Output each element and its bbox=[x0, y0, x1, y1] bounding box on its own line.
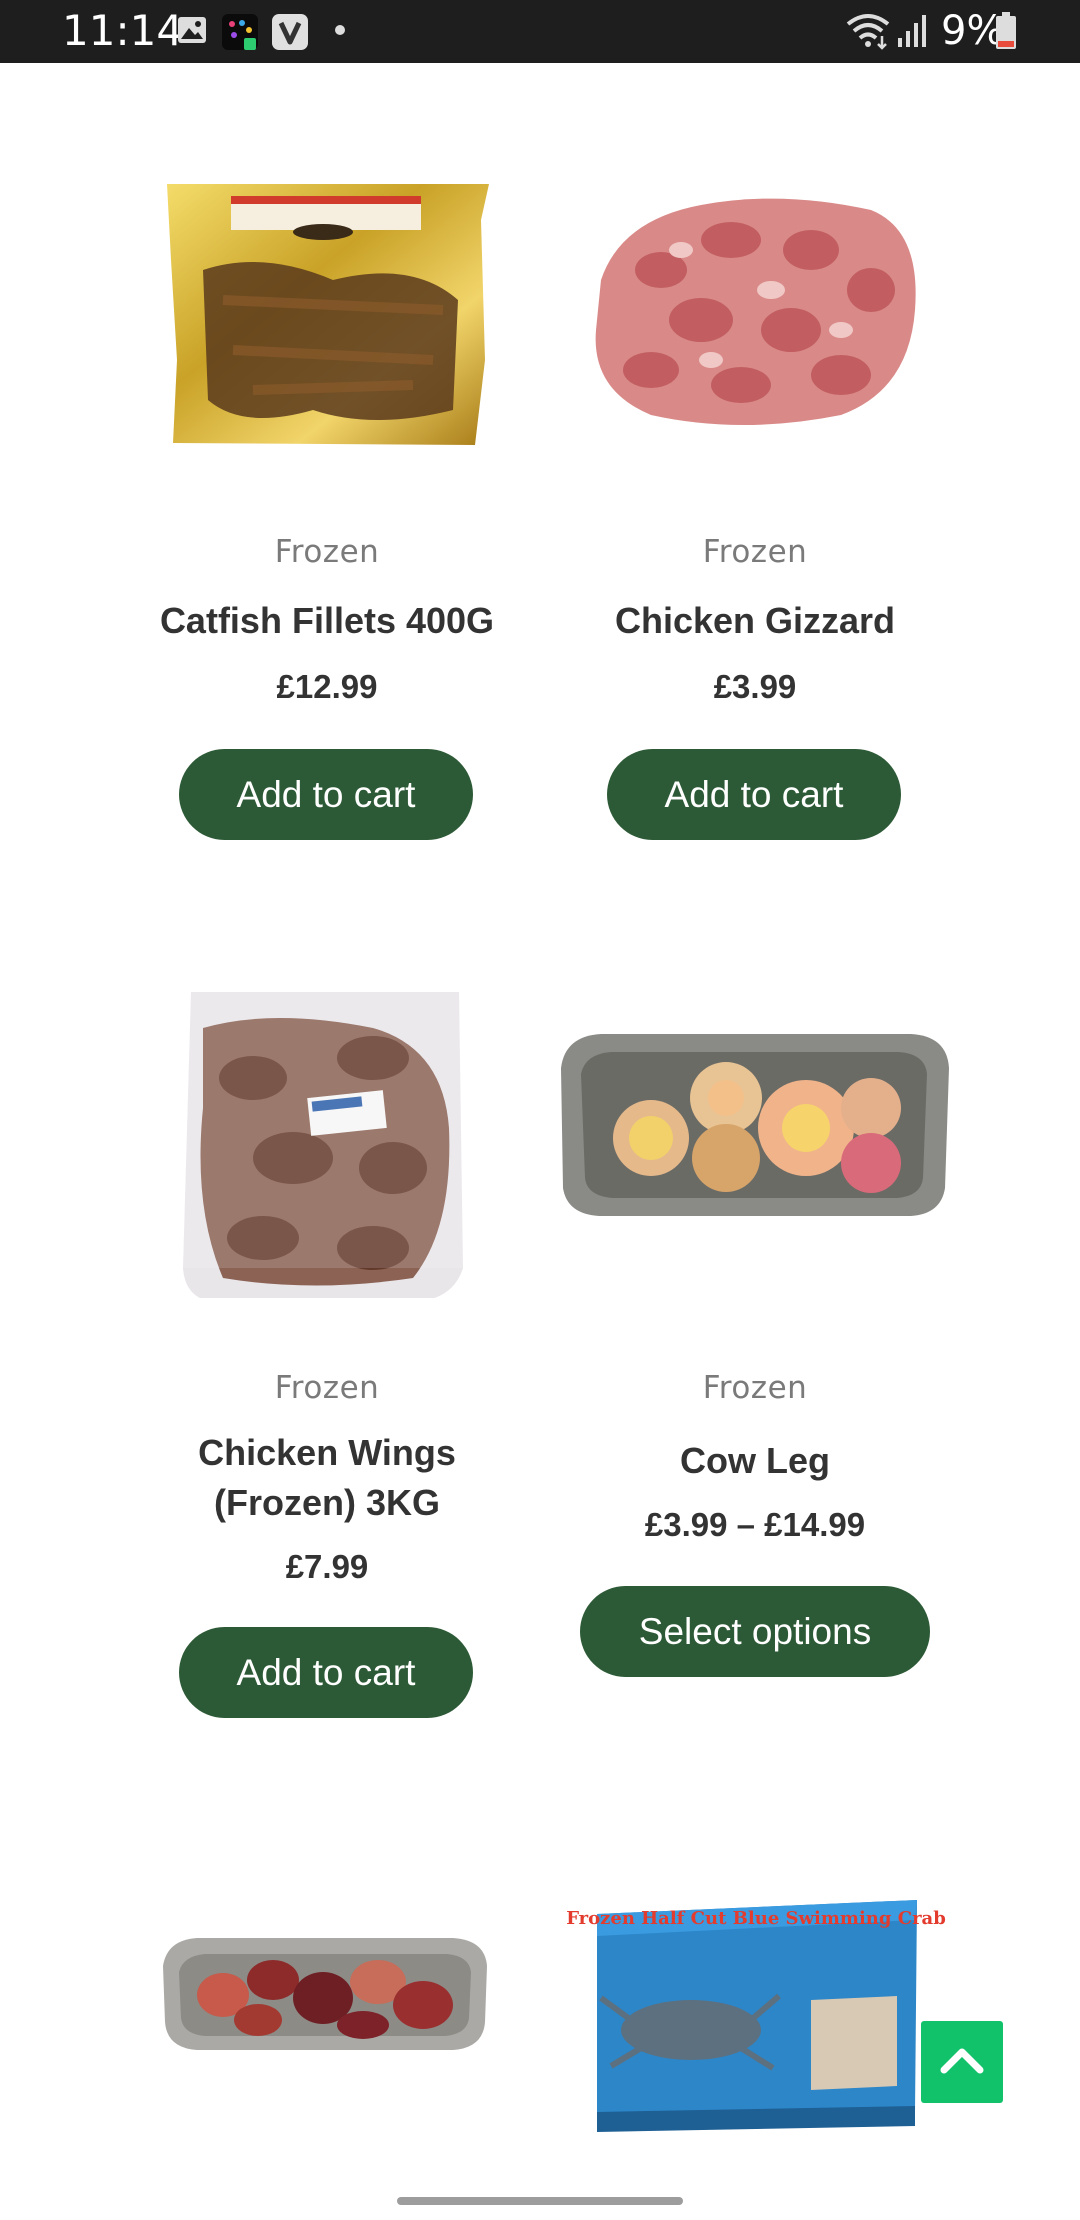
crab-package-text: Frozen Half Cut Blue Swimming Crab bbox=[566, 1908, 946, 1929]
product-category: Frozen bbox=[702, 1370, 808, 1406]
product-category: Frozen bbox=[274, 1370, 380, 1406]
cow-leg-image[interactable] bbox=[541, 988, 969, 1298]
product-category: Frozen bbox=[702, 534, 808, 570]
status-time: 11:14 bbox=[62, 6, 184, 55]
product-price: £3.99 bbox=[713, 668, 797, 705]
blue-swimming-crab-image[interactable]: Frozen Half Cut Blue Swimming Crab bbox=[541, 1880, 969, 2190]
product-card[interactable]: Frozen Chicken Gizzard £3.99 Add to cart bbox=[541, 160, 969, 850]
catfish-fillets-image[interactable] bbox=[113, 160, 541, 470]
product-title[interactable]: Catfish Fillets 400G bbox=[113, 596, 541, 646]
product-card[interactable] bbox=[113, 1880, 541, 2100]
product-title-line2: (Frozen) 3KG bbox=[213, 1482, 440, 1523]
gallery-icon bbox=[178, 17, 206, 43]
v-app-icon bbox=[272, 14, 308, 50]
wifi-icon bbox=[846, 14, 890, 50]
product-category: Frozen bbox=[274, 534, 380, 570]
chicken-gizzard-image[interactable] bbox=[541, 160, 969, 470]
add-to-cart-button[interactable]: Add to cart bbox=[179, 749, 473, 840]
product-card[interactable]: Frozen Half Cut Blue Swimming Crab bbox=[541, 1880, 969, 2132]
product-title[interactable]: Cow Leg bbox=[541, 1436, 969, 1486]
add-to-cart-button[interactable]: Add to cart bbox=[179, 1627, 473, 1718]
product-card[interactable]: Frozen Cow Leg £3.99 – £14.99 Select opt… bbox=[541, 988, 969, 1718]
battery-icon bbox=[996, 12, 1016, 49]
chevron-up-icon bbox=[940, 2048, 984, 2074]
product-title-line1: Chicken Wings bbox=[198, 1432, 456, 1473]
product-price: £12.99 bbox=[276, 668, 378, 705]
product-price: £3.99 – £14.99 bbox=[644, 1506, 866, 1543]
product-title[interactable]: Chicken Wings (Frozen) 3KG bbox=[113, 1428, 541, 1528]
status-bar: 11:14 9% bbox=[0, 0, 1080, 63]
home-indicator[interactable] bbox=[397, 2197, 683, 2205]
product-card[interactable]: Frozen Catfish Fillets 400G £12.99 Add t… bbox=[113, 160, 541, 850]
dot-icon bbox=[335, 25, 345, 35]
add-to-cart-button[interactable]: Add to cart bbox=[607, 749, 901, 840]
product-card[interactable]: Frozen Chicken Wings (Frozen) 3KG £7.99 … bbox=[113, 988, 541, 1718]
product-price: £7.99 bbox=[285, 1548, 369, 1585]
signal-icon bbox=[898, 15, 926, 47]
meat-tray-image[interactable] bbox=[113, 1880, 541, 2190]
product-title[interactable]: Chicken Gizzard bbox=[541, 596, 969, 646]
chicken-wings-image[interactable] bbox=[113, 988, 541, 1298]
scroll-to-top-button[interactable] bbox=[921, 2021, 1003, 2103]
app-icon bbox=[222, 14, 258, 50]
select-options-button[interactable]: Select options bbox=[580, 1586, 930, 1677]
